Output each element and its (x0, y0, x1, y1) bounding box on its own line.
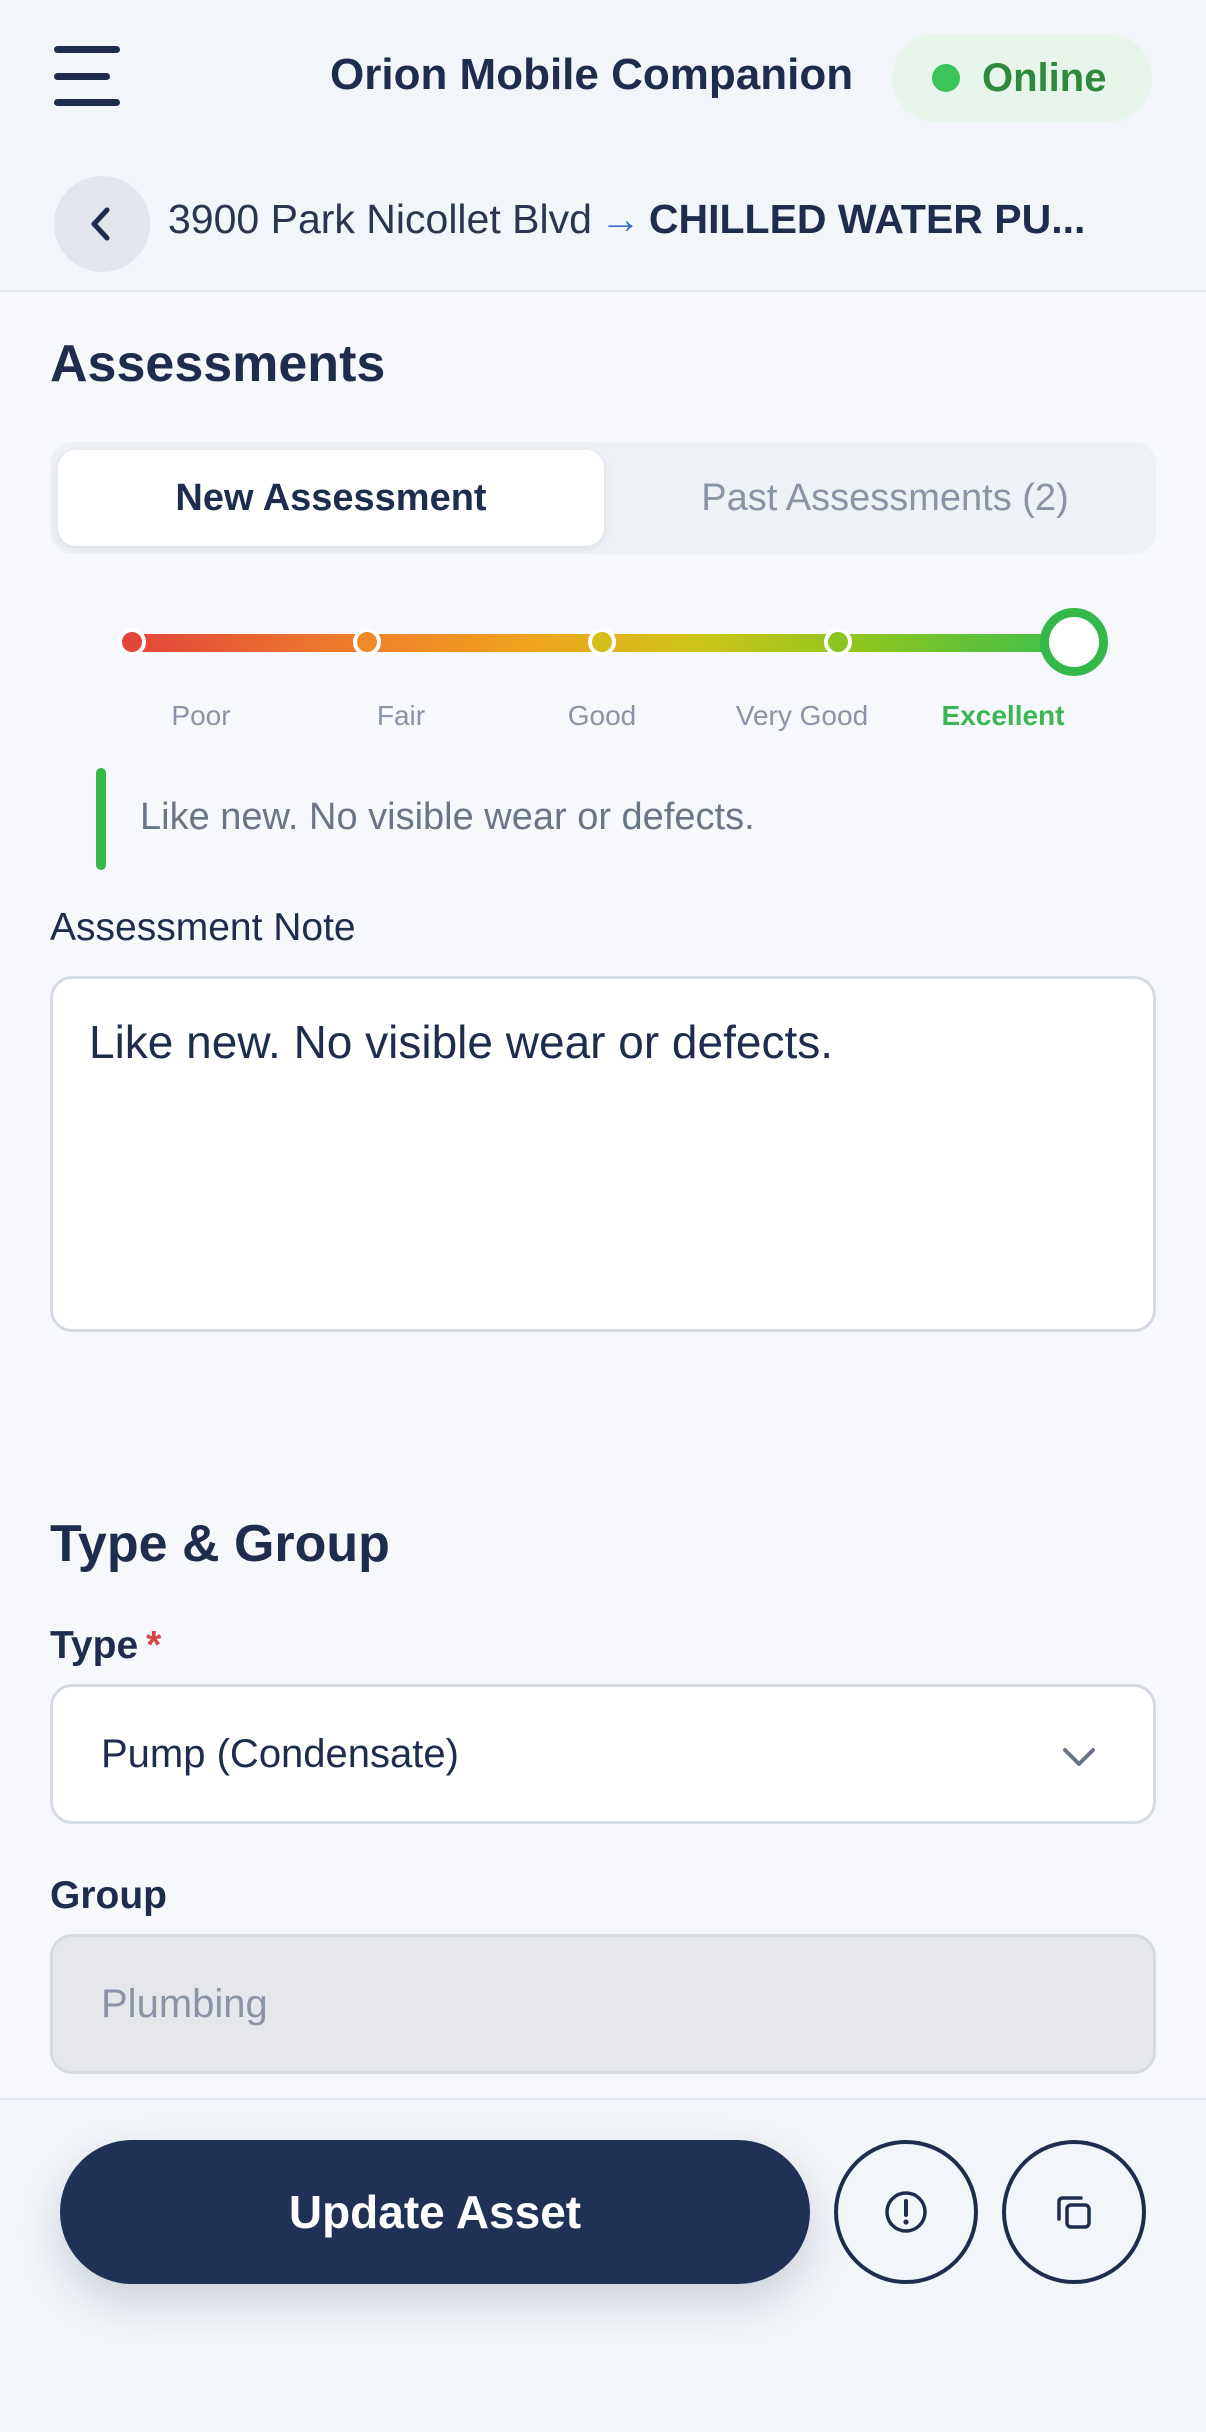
type-label-text: Type (50, 1624, 139, 1667)
menu-line (54, 46, 120, 53)
rating-stop-very-good[interactable] (824, 628, 852, 656)
type-select[interactable]: Pump (Condensate) (50, 1684, 1156, 1824)
rating-label-fair: Fair (376, 700, 426, 731)
copy-icon (1057, 2196, 1091, 2229)
chevron-down-icon (1063, 1748, 1095, 1766)
status-text: Online (982, 55, 1107, 100)
group-label: Group (50, 1874, 167, 1917)
breadcrumb: 3900 Park Nicollet Blvd → CHILLED WATER PU… (168, 196, 1178, 256)
online-status-badge: Online (892, 34, 1152, 122)
required-marker: * (146, 1624, 162, 1667)
chevron-left-icon (91, 207, 110, 241)
breadcrumb-arrow: → (599, 196, 641, 242)
rating-label-very-good: Very Good (735, 700, 869, 731)
group-field-value: Plumbing (101, 1981, 268, 2026)
report-issue-button[interactable] (834, 2140, 978, 2284)
status-dot-icon (932, 64, 960, 92)
menu-line (54, 72, 110, 80)
assessment-tabs: New Assessment Past Assessments (2) (50, 442, 1156, 554)
breadcrumb-asset: CHILLED WATER PU... (648, 196, 1086, 242)
menu-line (54, 99, 120, 106)
rating-description-accent (96, 768, 106, 870)
assessment-note-label: Assessment Note (50, 906, 356, 949)
app-header: Orion Mobile Companion Online 3900 Park … (0, 0, 1206, 292)
update-asset-button[interactable]: Update Asset (60, 2140, 810, 2284)
breadcrumb-location[interactable]: 3900 Park Nicollet Blvd (168, 196, 592, 242)
assessment-note-field[interactable]: Like new. No visible wear or defects. (50, 976, 1156, 1332)
rating-stop-fair[interactable] (353, 628, 381, 656)
group-field-readonly: Plumbing (50, 1934, 1156, 2074)
tab-past-assessments[interactable]: Past Assessments (2) (620, 450, 1150, 546)
rating-thumb[interactable] (1040, 608, 1108, 676)
rating-stop-poor[interactable] (118, 628, 146, 656)
rating-label-excellent: Excellent (941, 700, 1065, 731)
back-button[interactable] (54, 176, 150, 272)
type-group-heading: Type & Group (50, 1515, 390, 1573)
type-select-value: Pump (Condensate) (101, 1731, 459, 1776)
rating-description: Like new. No visible wear or defects. (140, 796, 755, 838)
assessments-heading: Assessments (50, 335, 386, 393)
duplicate-asset-button[interactable] (1002, 2140, 1146, 2284)
app-screen: Orion Mobile Companion Online 3900 Park … (0, 0, 1206, 2432)
rating-stop-good[interactable] (588, 628, 616, 656)
alert-circle-icon (885, 2191, 927, 2233)
menu-icon[interactable] (54, 44, 120, 108)
bottom-action-bar: Update Asset (0, 2098, 1206, 2432)
rating-label-good: Good (567, 700, 637, 731)
rating-label-poor: Poor (171, 700, 231, 731)
tab-new-assessment[interactable]: New Assessment (58, 450, 604, 546)
type-label: Type * (50, 1624, 161, 1668)
app-title: Orion Mobile Companion (330, 50, 854, 99)
